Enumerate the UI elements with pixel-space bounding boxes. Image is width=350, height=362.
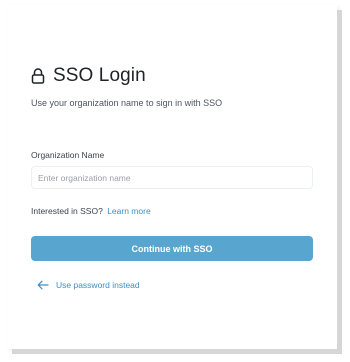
sso-login-card: SSO Login Use your organization name to … (7, 5, 337, 349)
page-title: SSO Login (53, 65, 146, 86)
page-subtitle: Use your organization name to sign in wi… (31, 98, 223, 108)
learn-more-link[interactable]: Learn more (107, 206, 150, 216)
arrow-left-icon (37, 280, 49, 290)
title-row: SSO Login (31, 63, 146, 89)
continue-with-sso-button[interactable]: Continue with SSO (31, 236, 313, 261)
sso-interest-line: Interested in SSO? Learn more (31, 206, 151, 216)
organization-name-label: Organization Name (31, 150, 105, 160)
organization-name-input[interactable] (31, 166, 313, 189)
use-password-link[interactable]: Use password instead (37, 280, 140, 290)
lock-icon (31, 68, 45, 84)
interest-text: Interested in SSO? (31, 206, 103, 216)
use-password-label: Use password instead (56, 280, 140, 290)
